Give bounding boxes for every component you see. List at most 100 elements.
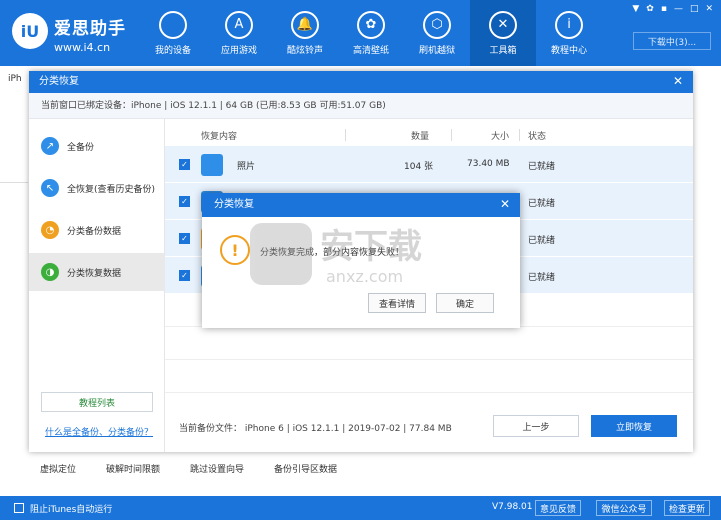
table-row[interactable]: ✓ 照片 104 张 73.40 MB 已就绪	[165, 146, 693, 183]
info-icon: i	[555, 10, 583, 39]
window-controls: ▼ ✿ ▪ — □ ✕	[632, 4, 713, 14]
app-logo: iU	[12, 13, 48, 49]
nav-tutorials[interactable]: i 教程中心	[536, 0, 602, 66]
column-header: 恢复内容	[201, 132, 238, 142]
sidebar-item-full-restore[interactable]: ↖ 全恢复(查看历史备份)	[29, 169, 165, 207]
backup-help-link[interactable]: 什么是全备份、分类备份？	[45, 425, 153, 438]
tool-link[interactable]: 虚拟定位	[40, 462, 76, 475]
category-backup-icon: ◔	[41, 221, 59, 239]
tutorial-list-button[interactable]: 教程列表	[41, 392, 153, 412]
flower-icon: ✿	[357, 10, 385, 39]
nav-toolbox[interactable]: ✕ 工具箱	[470, 0, 536, 66]
close-icon[interactable]: ✕	[673, 74, 683, 88]
watermark-url: anxz.com	[326, 267, 404, 286]
apple-icon	[159, 10, 187, 39]
brand: 爱思助手 www.i4.cn	[54, 14, 126, 54]
view-details-button[interactable]: 查看详情	[368, 293, 426, 313]
column-divider	[451, 129, 452, 141]
restore-now-button[interactable]: 立即恢复	[591, 415, 677, 437]
device-tab[interactable]: iPh	[8, 74, 22, 84]
nav-my-device[interactable]: 我的设备	[140, 0, 206, 66]
bell-icon: 🔔	[291, 10, 319, 39]
backup-sidebar: ↗ 全备份 ↖ 全恢复(查看历史备份) ◔ 分类备份数据 ◑ 分类恢复数据 教程…	[29, 119, 165, 452]
sidebar-item-full-backup[interactable]: ↗ 全备份	[29, 127, 165, 165]
row-status: 已就绪	[528, 236, 556, 246]
nav-label: 应用游戏	[220, 45, 257, 56]
app-url: www.i4.cn	[54, 41, 111, 54]
category-restore-icon: ◑	[41, 263, 59, 281]
warning-icon: !	[220, 235, 250, 265]
table-row-empty	[165, 360, 693, 393]
shield-logo-icon	[250, 223, 312, 285]
feedback-button[interactable]: 意见反馈	[535, 500, 581, 516]
nav-label: 教程中心	[550, 45, 587, 56]
tool-link[interactable]: 跳过设置向导	[190, 462, 244, 475]
row-checkbox[interactable]: ✓	[179, 159, 190, 170]
divider	[0, 182, 28, 183]
row-count: 104 张	[404, 162, 434, 172]
itunes-block-checkbox[interactable]	[14, 503, 24, 513]
settings-icon[interactable]: ✿	[646, 4, 654, 14]
sidebar-item-label: 全恢复(查看历史备份)	[67, 184, 156, 195]
version-label: V7.98.01	[492, 502, 533, 512]
row-checkbox[interactable]: ✓	[179, 196, 190, 207]
wechat-button[interactable]: 微信公众号	[596, 500, 652, 516]
row-size: 73.40 MB	[467, 159, 510, 169]
dialog-title: 分类恢复	[29, 71, 693, 93]
nav-flash-jailbreak[interactable]: ⬡ 刷机越狱	[404, 0, 470, 66]
column-header: 数量	[411, 132, 430, 142]
ok-button[interactable]: 确定	[436, 293, 494, 313]
check-update-button[interactable]: 检查更新	[664, 500, 710, 516]
row-name: 照片	[237, 162, 256, 172]
itunes-block-label: 阻止iTunes自动运行	[30, 505, 113, 515]
tools-icon: ✕	[489, 10, 517, 39]
box-icon: ⬡	[423, 10, 451, 39]
row-status: 已就绪	[528, 162, 556, 172]
row-status: 已就绪	[528, 199, 556, 209]
tool-links: 虚拟定位 破解时间限额 跳过设置向导 备份引导区数据	[40, 462, 337, 475]
sidebar-item-category-restore[interactable]: ◑ 分类恢复数据	[29, 253, 165, 291]
watermark-text: 安下载	[320, 227, 422, 267]
app-name: 爱思助手	[54, 19, 126, 39]
nav-label: 高清壁纸	[352, 45, 389, 56]
nav-label: 酷炫铃声	[286, 45, 323, 56]
dropdown-icon[interactable]: ▼	[632, 4, 639, 14]
sidebar-item-label: 分类备份数据	[67, 226, 122, 237]
column-header: 状态	[528, 132, 547, 142]
maximize-icon[interactable]: □	[690, 4, 699, 14]
nav-apps[interactable]: A 应用游戏	[206, 0, 272, 66]
close-icon[interactable]: ✕	[705, 4, 713, 14]
skin-icon[interactable]: ▪	[661, 4, 667, 14]
tool-link[interactable]: 破解时间限额	[106, 462, 160, 475]
main-nav: 我的设备 A 应用游戏 🔔 酷炫铃声 ✿ 高清壁纸 ⬡ 刷机越狱 ✕ 工具箱 i…	[140, 0, 602, 66]
row-status: 已就绪	[528, 273, 556, 283]
minimize-icon[interactable]: —	[674, 4, 683, 14]
popup-title: 分类恢复	[202, 193, 520, 217]
device-info: 当前窗口已绑定设备：iPhone | iOS 12.1.1 | 64 GB (已…	[29, 93, 693, 119]
nav-label: 工具箱	[489, 45, 517, 56]
nav-ringtones[interactable]: 🔔 酷炫铃声	[272, 0, 338, 66]
table-header: 恢复内容 数量 大小 状态	[165, 126, 693, 144]
column-divider	[519, 129, 520, 141]
status-bar: 阻止iTunes自动运行 V7.98.01 意见反馈 微信公众号 检查更新	[0, 496, 721, 520]
share-arrow-icon: ↗	[41, 137, 59, 155]
row-checkbox[interactable]: ✓	[179, 270, 190, 281]
current-backup-info: 当前备份文件： iPhone 6 | iOS 12.1.1 | 2019-07-…	[179, 424, 452, 434]
sidebar-item-label: 分类恢复数据	[67, 268, 122, 279]
restore-arrow-icon: ↖	[41, 179, 59, 197]
app-store-icon: A	[225, 10, 253, 39]
table-row-empty	[165, 327, 693, 360]
tool-link[interactable]: 备份引导区数据	[274, 462, 337, 475]
sidebar-item-category-backup[interactable]: ◔ 分类备份数据	[29, 211, 165, 249]
nav-label: 刷机越狱	[418, 45, 455, 56]
download-queue-button[interactable]: 下载中(3)...	[633, 32, 711, 50]
watermark: 安下载 anxz.com	[250, 215, 460, 295]
column-divider	[345, 129, 346, 141]
sidebar-item-label: 全备份	[67, 142, 95, 153]
row-checkbox[interactable]: ✓	[179, 233, 190, 244]
nav-wallpapers[interactable]: ✿ 高清壁纸	[338, 0, 404, 66]
close-icon[interactable]: ✕	[500, 197, 510, 211]
previous-step-button[interactable]: 上一步	[493, 415, 579, 437]
column-header: 大小	[491, 132, 510, 142]
title-bar: iU 爱思助手 www.i4.cn 我的设备 A 应用游戏 🔔 酷炫铃声 ✿ 高…	[0, 0, 721, 66]
